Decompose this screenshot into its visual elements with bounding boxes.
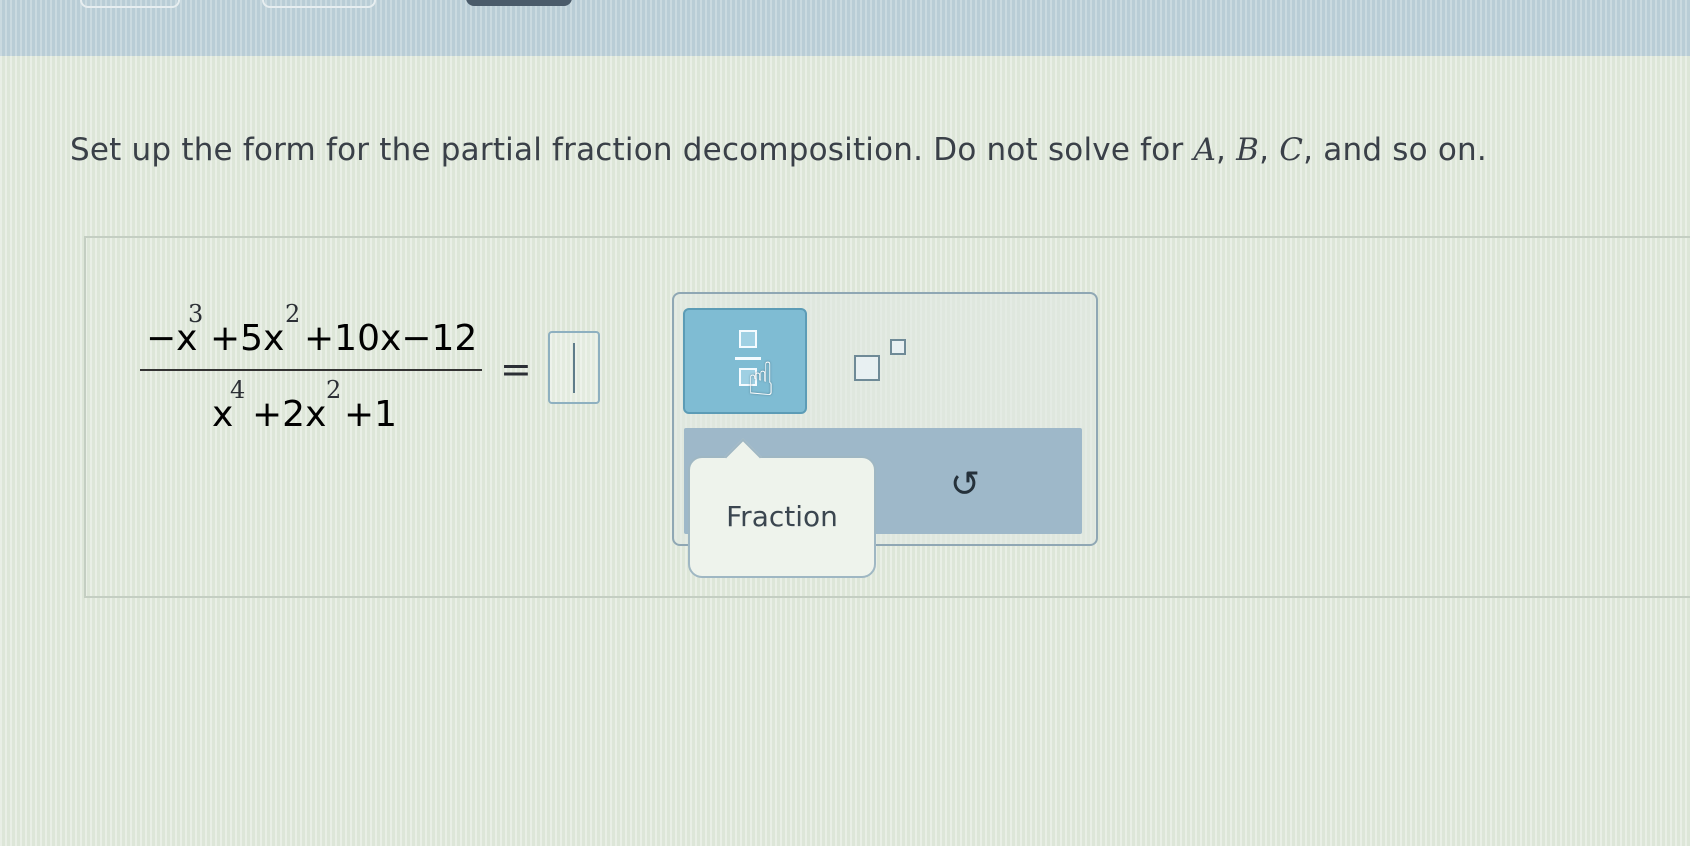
variable-a: A xyxy=(1193,132,1217,168)
numerator-exponent-1: 3 xyxy=(188,300,204,328)
variable-c: C xyxy=(1279,132,1304,168)
superscript-button[interactable] xyxy=(850,333,918,389)
denominator-term-3: +1 xyxy=(344,394,398,435)
fraction-button[interactable]: ☝ xyxy=(683,308,807,414)
fraction-bar xyxy=(140,369,482,371)
answer-input[interactable] xyxy=(548,331,600,404)
variable-b: B xyxy=(1236,132,1260,168)
text-cursor xyxy=(573,343,575,393)
denominator-exponent-2: 2 xyxy=(326,376,342,404)
browser-top-strip xyxy=(0,0,1690,56)
denominator-term-2: +2x xyxy=(252,394,327,435)
top-tab-active[interactable] xyxy=(466,0,572,6)
numerator-term-3: +10x−12 xyxy=(304,318,478,359)
fraction-tooltip: Fraction xyxy=(688,438,876,578)
undo-icon[interactable]: ↺ xyxy=(950,464,980,505)
numerator-term-2: +5x xyxy=(210,318,285,359)
prompt-text-start: Set up the form for the partial fraction… xyxy=(70,132,1194,168)
prompt-sep: , xyxy=(1259,132,1280,168)
top-tab[interactable] xyxy=(80,0,180,8)
prompt-sep: , xyxy=(1216,132,1237,168)
tooltip-label: Fraction xyxy=(726,500,838,533)
hand-cursor-icon: ☝ xyxy=(747,352,776,406)
question-prompt: Set up the form for the partial fraction… xyxy=(70,132,1630,168)
numerator-exponent-2: 2 xyxy=(285,300,301,328)
denominator-exponent-1: 4 xyxy=(230,376,246,404)
top-tab[interactable] xyxy=(262,0,376,8)
equals-sign: = xyxy=(500,347,532,391)
prompt-text-end: , and so on. xyxy=(1303,132,1487,168)
